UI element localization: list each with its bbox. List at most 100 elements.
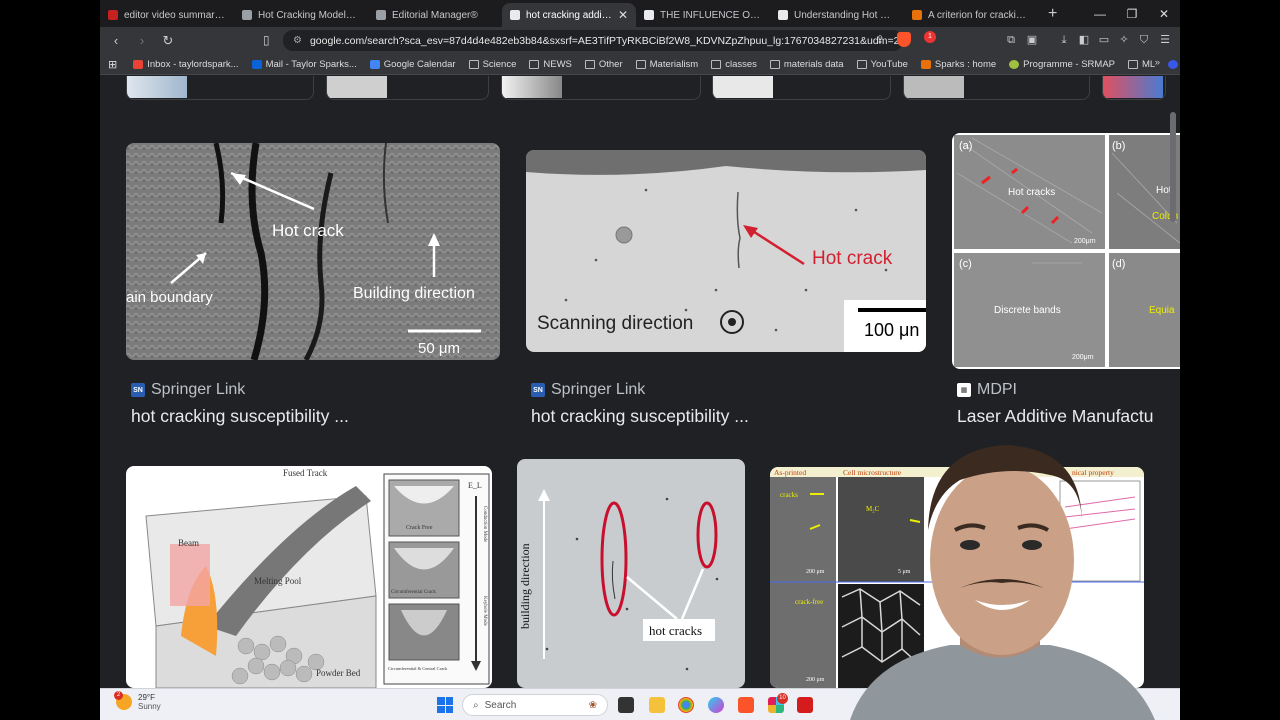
forward-icon[interactable]: › [132, 33, 152, 48]
result-source[interactable]: SN Springer Link [131, 381, 245, 399]
label-cracks: cracks [780, 491, 798, 499]
browser-tab[interactable]: editor video summary - tayl [100, 3, 234, 27]
result-image[interactable] [127, 76, 187, 98]
weather-widget[interactable]: 2 29°F Sunny [114, 691, 161, 711]
tab-label: Understanding Hot Crackin [794, 9, 896, 21]
label-conduction-mode: Conduction Mode [482, 506, 487, 543]
result-card[interactable] [712, 76, 891, 100]
bookmark-page-icon[interactable]: ▯ [263, 33, 270, 47]
folder-icon [769, 59, 780, 69]
bookmark-item[interactable]: Sparks : home [920, 58, 997, 70]
screenshot-icon[interactable]: ▣ [1025, 33, 1039, 47]
more-bookmarks-icon[interactable]: » [1155, 57, 1160, 68]
bookmark-item[interactable]: Materialism [635, 59, 698, 70]
close-window-icon[interactable]: ✕ [1148, 0, 1180, 27]
result-image-fused-track-schematic[interactable]: Fused Track Beam Melting Pool Powder Bed… [126, 466, 492, 688]
vpn-icon[interactable]: ⛉ [1137, 33, 1151, 47]
label-building-direction: building direction [518, 543, 532, 629]
result-card[interactable] [501, 76, 701, 100]
browser-tab[interactable]: THE INFLUENCE OF COMPO [636, 3, 770, 27]
brave-icon[interactable] [738, 697, 754, 713]
bookmark-label: Mail - Taylor Sparks... [265, 58, 357, 70]
extensions-icon[interactable]: ⧉ [1004, 33, 1018, 47]
restore-icon[interactable]: ❐ [1116, 0, 1148, 27]
browser-tab[interactable]: Editorial Manager® [368, 3, 502, 27]
result-image-mdpi-panels[interactable]: (a) (b) (c) (d) Hot cracks Hot Colun Dis… [952, 133, 1180, 369]
result-image[interactable] [327, 76, 387, 98]
result-card[interactable] [903, 76, 1090, 100]
bookmark-item[interactable]: Programme - SRMAP [1009, 59, 1115, 70]
label-el: E_L [468, 481, 482, 490]
menu-icon[interactable]: ☰ [1158, 33, 1172, 47]
bookmark-item[interactable]: Mail - Taylor Sparks... [251, 58, 357, 70]
result-card[interactable] [326, 76, 489, 100]
result-image[interactable] [1103, 76, 1163, 98]
browser-tab[interactable]: A criterion for cracking duri [904, 3, 1038, 27]
bookmark-item[interactable]: materials data [769, 58, 844, 70]
result-title[interactable]: hot cracking susceptibility ... [131, 406, 501, 427]
bookmark-label: NEWS [543, 58, 572, 70]
result-card[interactable] [126, 76, 314, 100]
result-image[interactable] [502, 76, 562, 98]
bookmark-label: Sparks : home [934, 58, 997, 70]
result-source[interactable]: SN Springer Link [531, 381, 645, 399]
bookmark-item[interactable]: Google Calendar [369, 59, 456, 70]
result-image-scanning-direction[interactable]: Hot crack Scanning direction 100 μn [526, 150, 926, 352]
share-icon[interactable]: ⇪ [873, 33, 887, 47]
bookmark-item[interactable]: Inbox - taylordspark... [133, 59, 239, 70]
bookmarks-bar: ⊞ Inbox - taylordspark... Mail - Taylor S… [100, 54, 1180, 75]
bookmark-item[interactable]: Other [584, 59, 623, 70]
bookmark-item[interactable]: YouTube [856, 59, 908, 70]
sidebar-icon[interactable]: ◧ [1077, 33, 1091, 47]
label-scale-bar: 100 μn [864, 320, 919, 340]
result-source[interactable]: ▦ MDPI [957, 381, 1017, 399]
panel-label-a: (a) [959, 140, 972, 152]
minimize-icon[interactable]: — [1084, 0, 1116, 27]
windows-start-icon[interactable] [437, 697, 453, 713]
site-info-icon[interactable]: ⚙ [293, 35, 302, 46]
bookmark-item[interactable]: Updates [1168, 59, 1180, 70]
result-image[interactable] [904, 76, 964, 98]
close-tab-icon[interactable]: ✕ [618, 8, 628, 22]
bookmark-label: classes [725, 58, 757, 70]
result-image[interactable] [713, 76, 773, 98]
apps-icon[interactable]: ⊞ [108, 58, 117, 71]
url-text: google.com/search?sca_esv=87d4d4e482eb3b… [309, 34, 903, 47]
browser-tab[interactable]: hot cracking additive - ✕ [502, 3, 636, 27]
result-image-building-direction[interactable]: building direction hot cracks [517, 459, 745, 688]
mdpi-icon: ▦ [957, 383, 971, 397]
chrome-icon[interactable] [678, 697, 694, 713]
result-image-hot-crack-sem[interactable]: Hot crack ain boundary Building directio… [126, 143, 500, 360]
brave-rewards-badge[interactable]: 1 [924, 31, 936, 43]
tab-label: Hot Cracking Models AM [258, 9, 360, 21]
bookmark-label: materials data [783, 58, 844, 70]
copilot-icon[interactable] [708, 697, 724, 713]
file-explorer-icon[interactable] [649, 697, 665, 713]
back-icon[interactable]: ‹ [106, 33, 126, 48]
bookmark-item[interactable]: ML [1128, 59, 1155, 70]
browser-tab[interactable]: Understanding Hot Crackin [770, 3, 904, 27]
reload-icon[interactable]: ↻ [158, 33, 178, 49]
bookmark-item[interactable]: classes [711, 59, 757, 70]
result-card[interactable] [1102, 76, 1166, 100]
label-building-direction: Building direction [353, 285, 475, 302]
tab-favicon-icon [108, 10, 118, 20]
browser-tab[interactable]: Hot Cracking Models AM [234, 3, 368, 27]
panel-label-c: (c) [959, 258, 972, 270]
label-powder-bed: Powder Bed [316, 668, 361, 678]
window-controls: — ❐ ✕ [1084, 0, 1180, 27]
taskbar-search[interactable]: ⌕ Search ❀ [462, 694, 608, 716]
brave-shields-icon[interactable] [897, 32, 911, 47]
address-bar[interactable]: ⚙ google.com/search?sca_esv=87d4d4e482eb… [283, 30, 903, 51]
download-icon[interactable]: ⤓ [1057, 33, 1071, 47]
label-beam: Beam [178, 538, 199, 548]
bookmark-item[interactable]: Science [468, 59, 516, 70]
task-view-icon[interactable] [618, 697, 634, 713]
new-tab-button[interactable]: + [1038, 5, 1067, 27]
bookmark-item[interactable]: NEWS [529, 59, 572, 70]
wallet-icon[interactable]: ▭ [1097, 33, 1111, 47]
search-icon: ⌕ [473, 699, 479, 711]
leo-ai-icon[interactable]: ✧ [1117, 33, 1131, 47]
label-circumferential: Circumferential Crack [391, 590, 436, 595]
scrollbar[interactable] [1170, 112, 1176, 222]
